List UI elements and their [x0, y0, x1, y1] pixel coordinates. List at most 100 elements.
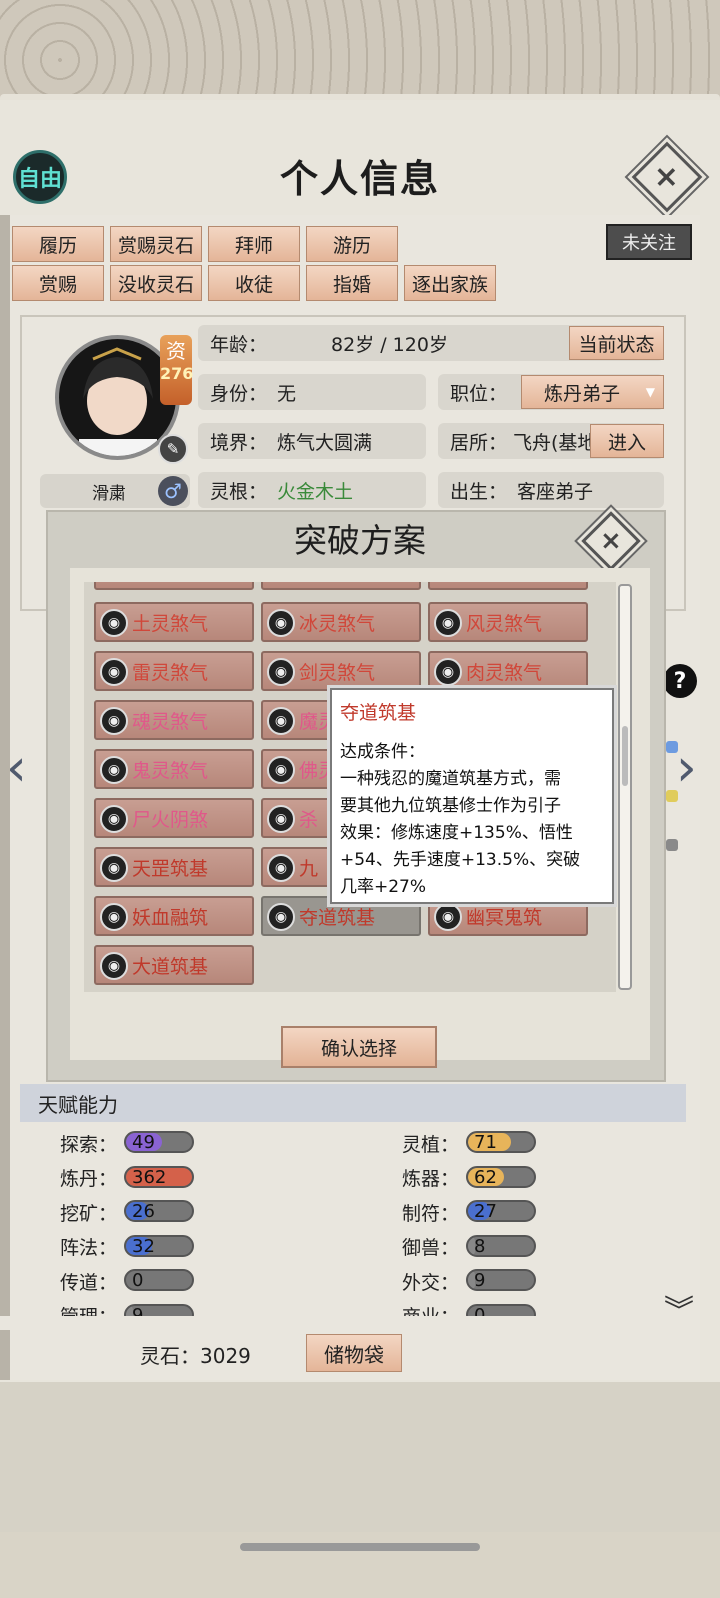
option-label: 大道筑基	[132, 955, 209, 978]
option-label: 九	[299, 857, 319, 880]
talent-bar: 49	[124, 1131, 194, 1153]
scrollbar[interactable]	[618, 584, 632, 990]
coin-icon: ◉	[100, 658, 128, 686]
action-expel-button[interactable]: 逐出家族	[404, 265, 496, 301]
action-travel-button[interactable]: 游历	[306, 226, 398, 262]
breakthrough-option[interactable]: ◉ 天罡筑基	[94, 847, 254, 887]
indicator-yellow	[666, 790, 678, 802]
option-label: 风灵煞气	[466, 612, 543, 635]
breakthrough-option[interactable]: ◉ 风灵煞气	[428, 602, 588, 642]
action-history-button[interactable]: 履历	[12, 226, 104, 262]
option-label: 土灵煞气	[132, 612, 209, 635]
option-partial[interactable]	[94, 582, 254, 590]
option-partial[interactable]	[428, 582, 588, 590]
option-label: 夺道筑基	[299, 906, 376, 929]
talent-bar: 71	[466, 1131, 536, 1153]
tooltip-line: 几率+27%	[340, 877, 427, 897]
talent-label: 阵法：	[60, 1237, 118, 1259]
action-marriage-button[interactable]: 指婚	[306, 265, 398, 301]
breakthrough-option[interactable]: ◉ 土灵煞气	[94, 602, 254, 642]
talent-value: 27	[474, 1201, 497, 1222]
follow-button[interactable]: 未关注	[606, 224, 692, 260]
residence-label: 居所：	[450, 431, 508, 454]
coin-icon: ◉	[100, 952, 128, 980]
coin-icon: ◉	[100, 903, 128, 931]
talent-value: 0	[132, 1270, 144, 1291]
coin-icon: ◉	[434, 609, 462, 637]
chevron-down-icon: ▼	[645, 385, 655, 399]
talent-bar: 26	[124, 1200, 194, 1222]
option-label: 妖血融筑	[132, 906, 209, 929]
position-select[interactable]: 炼丹弟子 ▼	[521, 375, 664, 409]
option-label: 鬼灵煞气	[132, 759, 209, 782]
action-confiscate-stones-button[interactable]: 没收灵石	[110, 265, 202, 301]
talent-label: 制符：	[402, 1202, 460, 1225]
breakthrough-option[interactable]: ◉ 鬼灵煞气	[94, 749, 254, 789]
coin-icon: ◉	[434, 903, 462, 931]
talent-label: 传道：	[60, 1271, 118, 1294]
coin-icon: ◉	[434, 658, 462, 686]
enter-button[interactable]: 进入	[590, 424, 664, 458]
coin-icon: ◉	[100, 756, 128, 784]
confirm-selection-button[interactable]: 确认选择	[281, 1026, 437, 1068]
coin-icon: ◉	[267, 756, 295, 784]
residence-value: 飞舟(基地	[513, 431, 597, 454]
identity-row: 身份： 无	[198, 374, 426, 410]
expand-down-icon[interactable]: ︾	[664, 1286, 694, 1330]
talent-value: 32	[132, 1235, 155, 1257]
talent-bar: 8	[466, 1234, 536, 1257]
home-indicator[interactable]	[240, 1543, 480, 1551]
coin-icon: ◉	[100, 805, 128, 833]
root-value: 火金木土	[277, 480, 354, 503]
coin-icon: ◉	[267, 854, 295, 882]
bottom-area	[0, 1382, 720, 1532]
tooltip-line: 效果：修炼速度+135%、悟性	[340, 823, 573, 843]
coin-icon: ◉	[267, 707, 295, 735]
talent-value: 49	[132, 1132, 155, 1153]
realm-row: 境界： 炼气大圆满	[198, 423, 426, 459]
breakthrough-option[interactable]: ◉ 雷灵煞气	[94, 651, 254, 691]
breakthrough-option[interactable]: ◉ 妖血融筑	[94, 896, 254, 936]
tooltip-title: 夺道筑基	[340, 702, 417, 724]
option-label: 天罡筑基	[132, 857, 209, 880]
tooltip-line: 要其他九位筑基修士作为引子	[340, 796, 561, 816]
action-reward-button[interactable]: 赏赐	[12, 265, 104, 301]
option-partial[interactable]	[261, 582, 421, 590]
breakthrough-option[interactable]: ◉ 肉灵煞气	[428, 651, 588, 691]
talent-label: 挖矿：	[60, 1202, 118, 1225]
coin-icon: ◉	[100, 707, 128, 735]
edit-icon[interactable]: ✎	[158, 434, 188, 464]
storage-bag-button[interactable]: 储物袋	[306, 1334, 402, 1372]
option-label: 杀	[299, 808, 319, 831]
root-label: 灵根：	[210, 480, 268, 503]
talent-value: 362	[132, 1166, 167, 1188]
action-apprentice-button[interactable]: 拜师	[208, 226, 300, 262]
talent-label: 炼器：	[402, 1168, 460, 1190]
talent-label: 探索：	[60, 1133, 118, 1156]
indicator-gray	[666, 839, 678, 851]
breakthrough-option[interactable]: ◉ 剑灵煞气	[261, 651, 421, 691]
coin-icon: ◉	[267, 658, 295, 686]
realm-label: 境界：	[210, 431, 268, 454]
talents-clip	[0, 1316, 700, 1330]
coin-icon: ◉	[267, 609, 295, 637]
talent-bar: 62	[466, 1165, 536, 1188]
breakthrough-option[interactable]: ◉ 魂灵煞气	[94, 700, 254, 740]
option-label: 冰灵煞气	[299, 612, 376, 635]
close-icon: ×	[600, 525, 622, 556]
breakthrough-option[interactable]: ◉ 冰灵煞气	[261, 602, 421, 642]
prev-arrow-icon[interactable]: ‹	[6, 738, 27, 798]
action-reward-stones-button[interactable]: 赏赐灵石	[110, 226, 202, 262]
option-label: 雷灵煞气	[132, 661, 209, 684]
breakthrough-option[interactable]: ◉ 大道筑基	[94, 945, 254, 985]
next-arrow-icon[interactable]: ›	[676, 738, 697, 798]
help-icon[interactable]: ?	[663, 664, 697, 698]
scrollbar-thumb[interactable]	[622, 726, 628, 786]
option-label: 肉灵煞气	[466, 661, 543, 684]
action-take-disciple-button[interactable]: 收徒	[208, 265, 300, 301]
option-label: 尸火阴煞	[132, 808, 209, 831]
coin-icon: ◉	[100, 609, 128, 637]
current-status-button[interactable]: 当前状态	[569, 326, 664, 360]
coin-icon: ◉	[267, 805, 295, 833]
breakthrough-option[interactable]: ◉ 尸火阴煞	[94, 798, 254, 838]
